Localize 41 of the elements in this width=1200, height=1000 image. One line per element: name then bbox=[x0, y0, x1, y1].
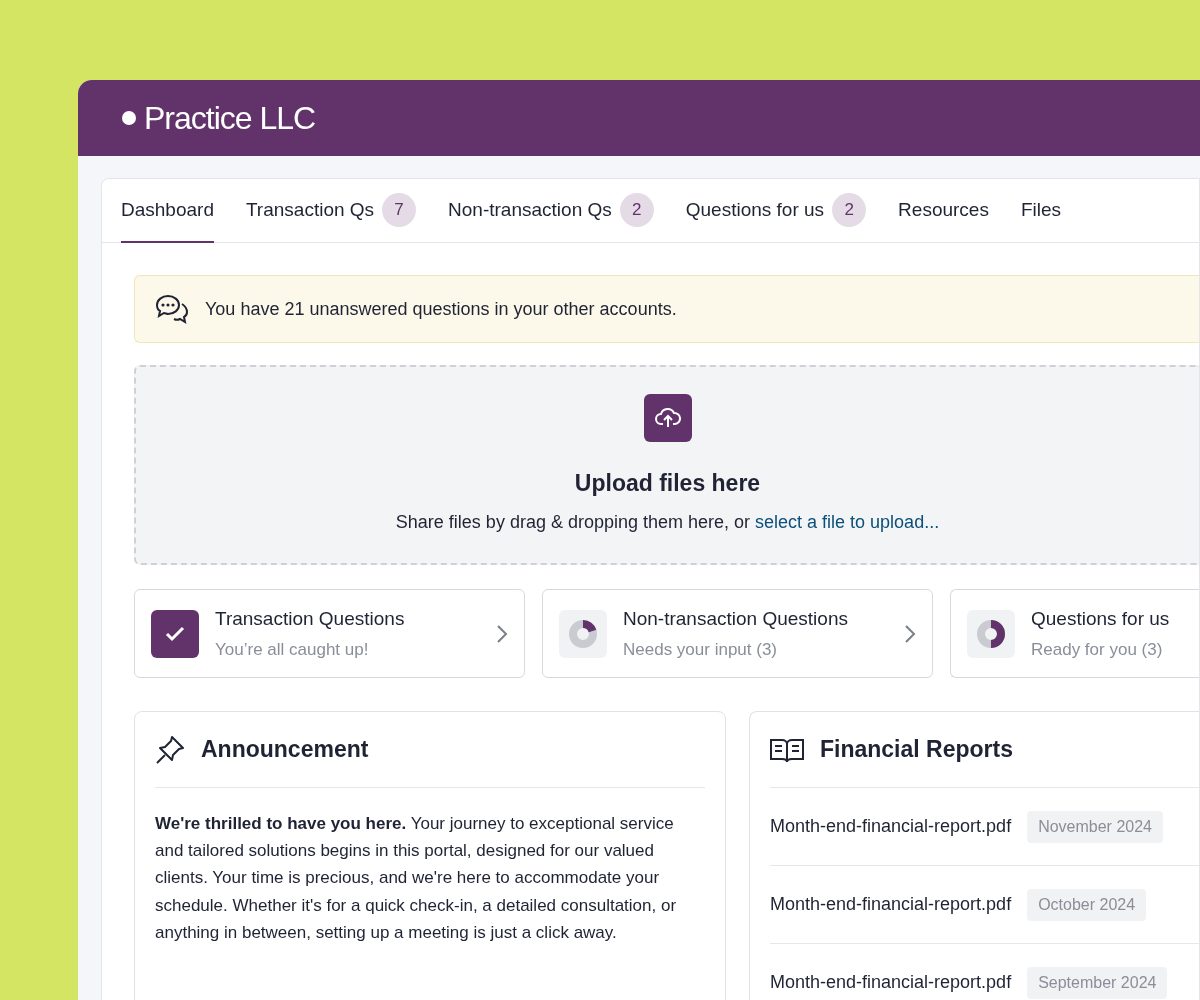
upload-title: Upload files here bbox=[574, 469, 761, 499]
select-file-link[interactable]: select a file to upload... bbox=[755, 511, 940, 532]
upload-instructions: Share files by drag & dropping them here, or select a file to upload... bbox=[395, 510, 940, 534]
upload-dropzone[interactable]: Upload files here Share files by drag & dropping them here, or select a file to upload... bbox=[134, 365, 1199, 565]
card-title: Financial Reports bbox=[820, 735, 1013, 765]
nav-tab[interactable]: Dashboard bbox=[121, 179, 214, 243]
brand-name: Practice LLC bbox=[144, 99, 316, 138]
announcement-text: We're thrilled to have you here. Your journey to exceptional service and tailored solutions begins in this portal, designed for our valued clients. Your time is precious, and we're here to accommodate your schedule. Whether it's for a quick check-in, a detailed consultation, or anything in between, setting up a meeting is just a click away. bbox=[155, 813, 678, 944]
upload-icon bbox=[643, 394, 692, 443]
count-badge: 2 bbox=[619, 193, 654, 227]
report-file-link[interactable]: Month-end-financial-report.pdf bbox=[770, 813, 1012, 840]
report-file-link[interactable]: Month-end-financial-report.pdf bbox=[770, 969, 1012, 996]
logo-dot-icon bbox=[122, 111, 136, 125]
nav-tab[interactable]: Files bbox=[1020, 179, 1062, 243]
date-tag: September 2024 bbox=[1027, 966, 1168, 999]
status-title: Questions for us bbox=[1031, 606, 1171, 631]
count-badge: 7 bbox=[382, 193, 417, 227]
chat-bubbles-icon bbox=[155, 293, 189, 325]
progress-ring-icon bbox=[975, 617, 1007, 650]
progress-ring-icon bbox=[567, 617, 599, 650]
nav-tab[interactable]: Questions for us 2 bbox=[685, 179, 867, 243]
pushpin-icon bbox=[155, 734, 185, 765]
alert-text: You have 21 unanswered questions in your other accounts. bbox=[205, 297, 677, 321]
count-badge: 2 bbox=[832, 193, 867, 227]
status-card[interactable]: Transaction Questions You’re all caught up! bbox=[134, 589, 525, 678]
status-title: Transaction Questions bbox=[215, 606, 406, 631]
status-title: Non-transaction Questions bbox=[623, 606, 849, 631]
date-tag: October 2024 bbox=[1027, 888, 1147, 921]
status-card[interactable]: Non-transaction Questions Needs your input (3) bbox=[542, 589, 933, 678]
status-card[interactable]: Questions for us Ready for you (3) bbox=[950, 589, 1199, 678]
nav-tab[interactable]: Transaction Qs 7 bbox=[245, 179, 417, 243]
status-subtitle: Ready for you (3) bbox=[1031, 639, 1164, 661]
card-title: Announcement bbox=[201, 735, 369, 765]
checkmark-icon bbox=[151, 609, 199, 658]
status-subtitle: Needs your input (3) bbox=[623, 639, 779, 661]
nav-tab[interactable]: Non-transaction Qs 2 bbox=[448, 179, 654, 243]
report-file-link[interactable]: Month-end-financial-report.pdf bbox=[770, 891, 1012, 918]
status-subtitle: You’re all caught up! bbox=[215, 639, 370, 661]
nav-tab[interactable]: Resources bbox=[898, 179, 989, 243]
date-tag: November 2024 bbox=[1027, 810, 1163, 843]
open-book-icon bbox=[770, 736, 804, 763]
